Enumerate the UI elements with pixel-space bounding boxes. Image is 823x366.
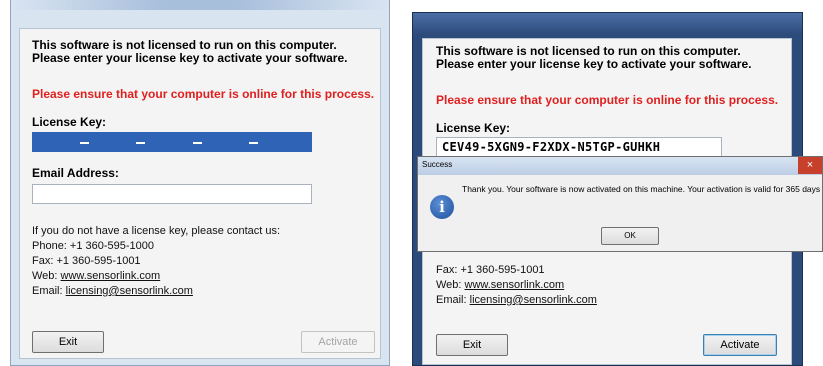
key-separator [80, 142, 89, 144]
activate-button[interactable]: Activate [703, 334, 777, 356]
email-link[interactable]: licensing@sensorlink.com [470, 294, 597, 306]
contact-web: Web: www.sensorlink.com [436, 279, 564, 292]
header-line-2: Please enter your license key to activat… [436, 57, 752, 71]
website-link[interactable]: www.sensorlink.com [465, 279, 565, 291]
key-separator [193, 142, 202, 144]
key-separator [249, 142, 258, 144]
license-window-before: This software is not licensed to run on … [10, 0, 390, 366]
online-warning: Please ensure that your computer is onli… [32, 87, 375, 101]
web-prefix: Web: [32, 270, 61, 282]
window-title-bar[interactable] [11, 0, 389, 10]
license-form: This software is not licensed to run on … [19, 28, 381, 359]
email-link[interactable]: licensing@sensorlink.com [66, 285, 193, 297]
online-warning: Please ensure that your computer is onli… [436, 93, 779, 107]
dialog-title-bar[interactable]: Success × [418, 157, 822, 175]
license-key-input[interactable] [32, 132, 312, 152]
contact-intro: If you do not have a license key, please… [32, 225, 281, 237]
window-title-bar[interactable] [413, 13, 802, 35]
dialog-message: Thank you. Your software is now activate… [462, 184, 821, 194]
header-line-2: Please enter your license key to activat… [32, 51, 348, 65]
license-key-label: License Key: [32, 115, 107, 129]
exit-button[interactable]: Exit [436, 334, 508, 356]
exit-button[interactable]: Exit [32, 331, 104, 353]
contact-fax: Fax: +1 360-595-1001 [436, 264, 545, 276]
dialog-title: Success [422, 160, 453, 169]
contact-email: Email: licensing@sensorlink.com [436, 294, 597, 307]
license-key-value: CEV49-5XGN9-F2XDX-N5TGP-GUHKH [442, 140, 661, 154]
email-address-input[interactable] [32, 184, 312, 204]
activate-button[interactable]: Activate [301, 331, 375, 353]
contact-email: Email: licensing@sensorlink.com [32, 285, 193, 298]
info-icon: i [430, 195, 454, 219]
key-separator [136, 142, 145, 144]
close-icon[interactable]: × [798, 157, 822, 174]
success-dialog: Success × i Thank you. Your software is … [417, 156, 823, 252]
ok-button[interactable]: OK [601, 227, 659, 245]
web-prefix: Web: [436, 279, 465, 291]
email-address-label: Email Address: [32, 166, 119, 180]
license-key-label: License Key: [436, 121, 511, 135]
email-prefix: Email: [436, 294, 470, 306]
contact-fax: Fax: +1 360-595-1001 [32, 255, 141, 267]
contact-phone: Phone: +1 360-595-1000 [32, 240, 155, 252]
email-prefix: Email: [32, 285, 66, 297]
contact-web: Web: www.sensorlink.com [32, 270, 160, 283]
website-link[interactable]: www.sensorlink.com [61, 270, 161, 282]
